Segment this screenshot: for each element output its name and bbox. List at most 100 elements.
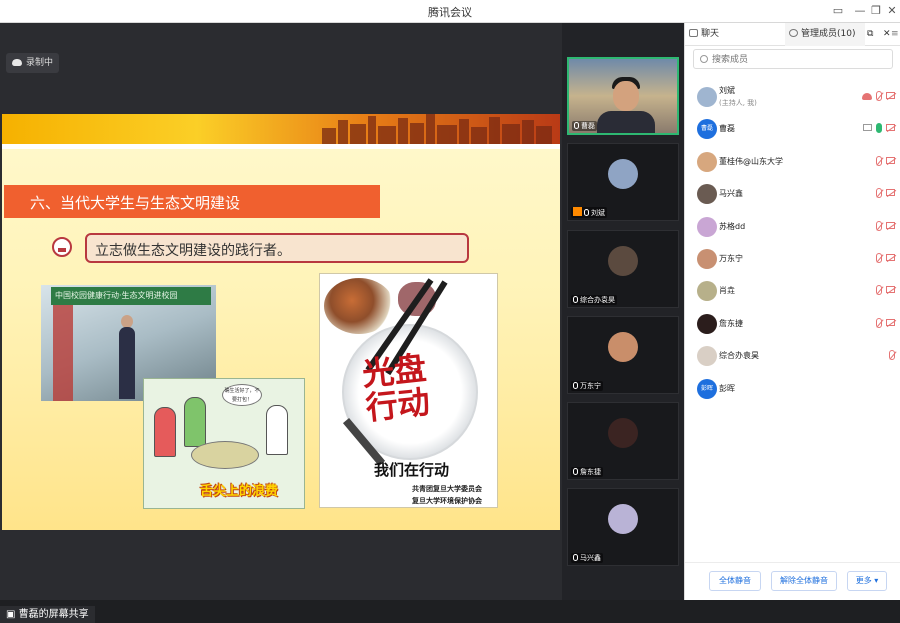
person-icon [789, 29, 798, 37]
mic-muted-icon[interactable] [889, 350, 895, 361]
more-button[interactable]: 更多 ▾ [847, 571, 887, 591]
slide-heading-bar: 六、当代大学生与生态文明建设 [4, 185, 380, 218]
close-icon[interactable]: ✕ [884, 3, 900, 19]
mic-icon [573, 296, 578, 303]
member-name: 肖垚 [719, 286, 735, 296]
pin-icon[interactable]: ▭ [830, 3, 846, 19]
camera-off-icon[interactable] [886, 92, 895, 99]
video-body [597, 111, 655, 133]
tab-chat-label: 聊天 [701, 29, 720, 39]
camera-off-icon[interactable] [886, 286, 895, 294]
member-row[interactable]: 彭晖 彭晖 [685, 374, 900, 404]
photo-banner: 中国校园健康行动·生态文明进校园 [51, 287, 211, 305]
mic-muted-icon[interactable] [876, 317, 882, 328]
poster-stamp: 光盘 行动 [360, 349, 431, 427]
video-tile[interactable]: 万东宁 [567, 316, 679, 394]
chat-icon [689, 29, 698, 37]
mute-all-button[interactable]: 全体静音 [709, 571, 761, 591]
video-strip: 曹磊 刘斌 综合办袁昊 万东宁 詹东捷 马兴鑫 [562, 23, 684, 600]
screen-share-icon[interactable] [863, 124, 872, 132]
unmute-all-button[interactable]: 解除全体静音 [771, 571, 837, 591]
minimize-icon[interactable]: — [852, 3, 868, 19]
mic-muted-icon[interactable] [876, 220, 882, 231]
tile-name-text: 詹东捷 [580, 468, 601, 476]
member-status-icons [872, 155, 895, 168]
video-tile[interactable]: 詹东捷 [567, 402, 679, 480]
camera-off-icon[interactable] [886, 124, 895, 132]
member-name: 苏格dd [719, 221, 746, 231]
poster-slogan: 我们在行动 [374, 461, 450, 479]
member-row[interactable]: 曹磊 曹磊 [685, 114, 900, 144]
mic-icon [573, 468, 578, 475]
tile-name: 马兴鑫 [571, 553, 603, 563]
slide-heading: 六、当代大学生与生态文明建设 [30, 194, 241, 212]
avatar [697, 184, 717, 205]
member-row[interactable]: 詹东捷 [685, 309, 900, 339]
pop-out-icon[interactable]: ⧉ [867, 23, 881, 46]
tile-name: 综合办袁昊 [571, 295, 617, 305]
member-row[interactable]: 综合办袁昊 [685, 341, 900, 371]
video-tile[interactable]: 刘斌 [567, 143, 679, 221]
member-status-icons [872, 188, 895, 200]
member-row[interactable]: 马兴鑫 [685, 179, 900, 209]
member-status-icons [885, 350, 895, 362]
mic-muted-icon[interactable] [876, 285, 882, 296]
mic-icon[interactable] [876, 123, 882, 134]
camera-off-icon[interactable] [886, 254, 895, 261]
video-tile[interactable]: 综合办袁昊 [567, 230, 679, 308]
avatar [697, 281, 717, 302]
tab-members[interactable]: 管理成员(10) [785, 23, 865, 46]
panel-footer: 全体静音 解除全体静音 更多 ▾ [685, 562, 900, 600]
member-name: 马兴鑫 [719, 189, 743, 199]
avatar: 彭晖 [697, 378, 717, 399]
recording-label: 录制中 [26, 58, 54, 68]
tile-name-text: 万东宁 [580, 382, 601, 390]
slide-bullet-text: 立志做生态文明建设的践行者。 [95, 243, 291, 259]
member-row[interactable]: 苏格dd [685, 212, 900, 242]
mic-muted-icon[interactable] [876, 253, 882, 263]
member-name: 彭晖 [719, 383, 735, 393]
search-icon [700, 55, 708, 63]
member-row[interactable]: 肖垚 [685, 276, 900, 306]
member-row[interactable]: 刘斌 (主持人, 我) [685, 82, 900, 112]
menu-icon[interactable]: ≡ [891, 23, 900, 46]
avatar: 曹磊 [697, 119, 717, 140]
member-status-icons [872, 253, 895, 265]
city-skyline-graphic [322, 114, 552, 144]
cloud-record-icon[interactable] [862, 93, 872, 100]
tab-members-label: 管理成员(10) [801, 29, 856, 39]
video-tile[interactable]: 曹磊 [567, 57, 679, 135]
presentation-slide: 六、当代大学生与生态文明建设 立志做生态文明建设的践行者。 中国校园健康行动·生… [2, 114, 560, 530]
member-search-input[interactable] [712, 52, 887, 67]
member-row[interactable]: 万东宁 [685, 244, 900, 274]
shared-screen-stage: 录制中 六、当代大学生与生态文明建设 立志做生态文明建设的践行者。 中国校园健康… [0, 23, 562, 623]
restore-icon[interactable]: ❐ [868, 3, 884, 19]
mic-muted-icon[interactable] [876, 155, 882, 166]
camera-off-icon[interactable] [886, 221, 895, 229]
video-tile[interactable]: 马兴鑫 [567, 488, 679, 566]
mic-muted-icon[interactable] [876, 188, 882, 199]
camera-off-icon[interactable] [886, 156, 895, 164]
avatar [697, 249, 717, 269]
mic-icon [573, 382, 578, 389]
members-panel: 聊天 管理成员(10) ⧉ ✕ ≡ 刘斌 (主持人, 我) 曹磊曹磊董桂伟@山东大学… [684, 23, 900, 600]
camera-off-icon[interactable] [886, 189, 895, 197]
host-icon [573, 207, 582, 216]
mic-muted-icon[interactable] [876, 91, 882, 101]
member-search[interactable] [693, 49, 893, 69]
avatar [697, 151, 717, 172]
avatar [697, 216, 717, 237]
camera-off-icon[interactable] [886, 318, 895, 326]
poster-org-line2: 复旦大学环境保护协会 [412, 497, 482, 505]
title-bar: 腾讯会议 ▭ — ❐ ✕ [0, 0, 900, 23]
member-row[interactable]: 董桂伟@山东大学 [685, 147, 900, 177]
screen-share-label: ▣ 曹磊的屏幕共享 [0, 606, 95, 623]
photo-pillar [53, 305, 73, 401]
recording-indicator[interactable]: 录制中 [6, 53, 60, 73]
bullet-icon [52, 237, 72, 257]
member-role: (主持人, 我) [719, 99, 757, 107]
member-status-icons [858, 91, 895, 103]
tile-name: 詹东捷 [571, 467, 603, 477]
tab-chat[interactable]: 聊天 [685, 23, 785, 46]
tile-name: 万东宁 [571, 381, 603, 391]
